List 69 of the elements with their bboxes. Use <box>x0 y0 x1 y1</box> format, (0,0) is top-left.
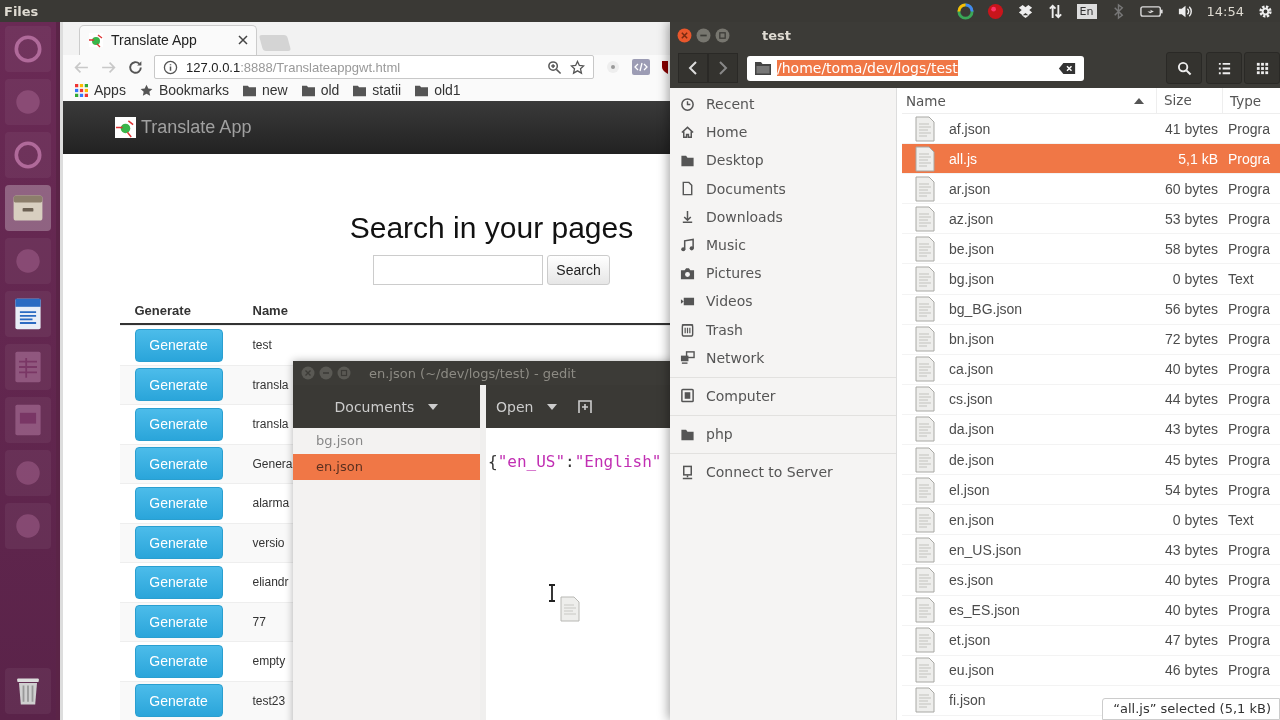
table-cell: alarma <box>252 496 290 511</box>
bookmark-item[interactable]: old <box>301 82 340 99</box>
table-cell: transla <box>252 417 289 432</box>
tab-title: Translate App <box>111 32 198 49</box>
open-button[interactable]: Open <box>486 394 568 419</box>
sidebar-item[interactable]: Videos <box>670 287 896 316</box>
table-cell: 77 <box>252 614 266 629</box>
document-item[interactable]: en.json <box>293 454 480 480</box>
sidebar-item[interactable]: Pictures <box>670 259 896 288</box>
column-header[interactable]: Name <box>902 88 1157 113</box>
sidebar-item[interactable]: Computer <box>670 381 896 411</box>
column-header: Generate <box>133 302 192 318</box>
column-header[interactable]: Size <box>1157 88 1223 113</box>
file-row[interactable]: es.json 40 bytes Progra <box>902 565 1280 596</box>
page-heading: Search in your pages <box>349 211 634 245</box>
location-text: /home/toma/dev/logs/test <box>777 60 958 76</box>
file-row[interactable]: cs.json 44 bytes Progra <box>902 384 1280 415</box>
bookmark-item[interactable]: Apps <box>75 82 126 99</box>
table-cell: eliandr <box>252 575 289 590</box>
window-title: en.json (~/dev/logs/test) - gedit <box>369 365 576 381</box>
sidebar-item[interactable]: Network <box>670 343 896 372</box>
bookmark-item[interactable]: new <box>242 82 288 99</box>
sidebar-item[interactable]: Home <box>670 118 896 147</box>
file-row[interactable]: el.json 54 bytes Progra <box>902 475 1280 506</box>
file-row[interactable]: ca.json 40 bytes Progra <box>902 354 1280 385</box>
code-line: {"en_US":"English" <box>487 452 663 471</box>
table-cell: empty <box>252 654 286 669</box>
bookmark-item[interactable]: Bookmarks <box>139 82 229 99</box>
file-row[interactable]: bg_BG.json 56 bytes Progra <box>902 294 1280 325</box>
app-name: Files <box>3 3 39 19</box>
file-row[interactable]: en_US.json 43 bytes Progra <box>902 535 1280 566</box>
sidebar-item[interactable]: Downloads <box>670 202 896 231</box>
file-row[interactable]: en.json 0 bytes Text <box>902 505 1280 536</box>
file-row[interactable]: es_ES.json 40 bytes Progra <box>902 595 1280 626</box>
window-title: test <box>762 27 791 43</box>
table-cell: transla <box>252 377 289 392</box>
brand-name[interactable]: Translate App <box>141 117 252 138</box>
sidebar-item[interactable]: php <box>670 420 896 449</box>
sidebar-item[interactable]: Connect to Server <box>670 458 896 487</box>
sidebar-item[interactable]: Recent <box>670 90 896 119</box>
column-header[interactable]: Type <box>1223 92 1261 109</box>
file-row[interactable]: az.json 53 bytes Progra <box>902 204 1280 235</box>
file-row[interactable]: bn.json 72 bytes Progra <box>902 324 1280 355</box>
file-row[interactable]: ar.json 60 bytes Progra <box>902 174 1280 205</box>
bookmark-item[interactable]: old1 <box>415 82 461 99</box>
sidebar-item[interactable]: Desktop <box>670 146 896 175</box>
sidebar-item[interactable]: Documents <box>670 174 896 203</box>
clock-time[interactable]: 14:54 <box>1206 3 1244 19</box>
file-row[interactable]: be.json 58 bytes Progra <box>902 234 1280 265</box>
file-row[interactable]: bg.json 0 bytes Text <box>902 264 1280 295</box>
address-bar[interactable]: 127.0.0.1:8888/Translateappgwt.html <box>154 55 594 80</box>
url-text: 127.0.0.1:8888/Translateappgwt.html <box>186 59 402 75</box>
bookmark-item[interactable]: statii <box>353 82 402 99</box>
file-row[interactable]: et.json 47 bytes Progra <box>902 625 1280 656</box>
table-cell: test <box>252 338 272 353</box>
table-cell: versio <box>252 535 285 550</box>
browser-tab[interactable]: Translate App <box>79 24 257 55</box>
sidebar-item[interactable]: Music <box>670 230 896 260</box>
keyboard-layout-indicator[interactable]: En <box>1076 3 1097 19</box>
file-row[interactable]: de.json 45 bytes Progra <box>902 445 1280 476</box>
sidebar-item[interactable]: Trash <box>670 315 896 344</box>
file-row[interactable]: eu.json 46 bytes Progra <box>902 655 1280 686</box>
status-overlay: “all.js” selected (5,1 kB) <box>1102 698 1280 720</box>
table-cell: test23 <box>252 693 286 708</box>
search-button[interactable]: Search <box>547 255 610 285</box>
table-cell: Genera <box>252 456 293 471</box>
column-header: Name <box>252 302 288 318</box>
file-row[interactable]: da.json 43 bytes Progra <box>902 414 1280 446</box>
documents-button[interactable]: Documents <box>324 394 449 419</box>
